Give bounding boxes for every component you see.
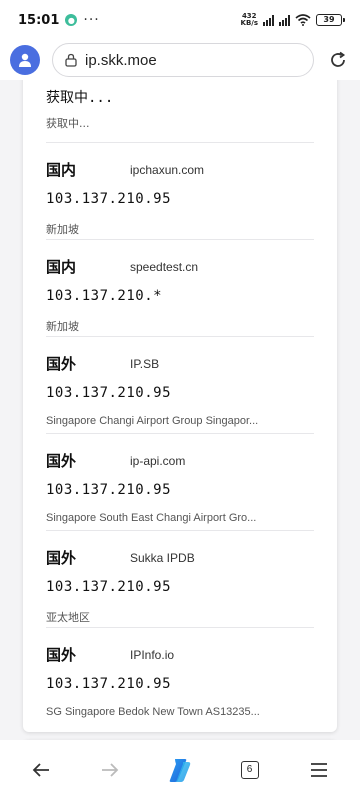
entry-header: 国外 IPInfo.io — [46, 644, 314, 665]
entry-location: 新加坡 — [46, 321, 79, 333]
entry-ip: 获取中... — [46, 90, 114, 106]
profile-avatar[interactable] — [10, 45, 40, 75]
entry-ip: 103.137.210.95 — [46, 676, 172, 692]
entry-ip: 103.137.210.95 — [46, 385, 172, 401]
entry-region: 国外 — [46, 646, 77, 664]
user-icon — [19, 53, 31, 67]
tabs-button[interactable]: 6 — [226, 750, 274, 790]
entry-header: 国内 speedtest.cn — [46, 256, 314, 277]
entry-ip: 103.137.210.95 — [46, 191, 172, 207]
entry-source: ipchaxun.com — [130, 162, 205, 177]
entry-source: speedtest.cn — [130, 259, 199, 274]
copilot-icon — [169, 759, 191, 782]
entry-region: 国内 — [46, 161, 77, 179]
status-bar: 15:01 ● ··· 432 KB/s 39 — [0, 0, 360, 40]
more-notifications-indicator: ··· — [83, 12, 100, 28]
list-item: 国外 ip-api.com 103.137.210.95 Singapore Sout… — [46, 434, 314, 531]
wifi-icon — [295, 14, 311, 26]
app-notification-icon: ● — [65, 14, 78, 26]
menu-button[interactable] — [295, 750, 343, 790]
list-item: 国外 Sukka IPDB 103.137.210.95 亚太地区 — [46, 531, 314, 628]
entry-region: 国外 — [46, 355, 77, 373]
url-text: ip.skk.moe — [85, 51, 157, 69]
hamburger-menu-icon — [311, 763, 328, 777]
cell-signal-icon — [263, 14, 274, 26]
copilot-button[interactable] — [156, 750, 204, 790]
list-item: 国内 speedtest.cn 103.137.210.* 新加坡 — [46, 240, 314, 337]
entry-header: 国外 IP.SB — [46, 353, 314, 374]
entry-ip: 103.137.210.95 — [46, 482, 172, 498]
entry-header: 国外 ip-api.com — [46, 450, 314, 471]
ip-results-card: 获取中... 获取中... 国内 ipchaxun.com 103.137.210.… — [23, 80, 337, 732]
entry-location: Singapore South East Changi Airport Gro.… — [46, 512, 257, 524]
reload-button[interactable] — [326, 48, 350, 72]
page-content[interactable]: 获取中... 获取中... 国内 ipchaxun.com 103.137.210.… — [0, 80, 360, 740]
network-speed: 432 KB/s — [241, 13, 258, 27]
entry-location: 新加坡 — [46, 224, 79, 236]
entry-location: 获取中... — [46, 117, 90, 130]
entry-ip: 103.137.210.* — [46, 288, 163, 304]
tab-count: 6 — [240, 761, 259, 779]
battery-icon: 39 — [316, 14, 345, 26]
entry-location: SG Singapore Bedok New Town AS13235... — [46, 706, 260, 718]
bottom-nav: 6 — [0, 740, 360, 800]
entry-ip: 103.137.210.95 — [46, 579, 172, 595]
cell-signal-2-icon — [279, 14, 290, 26]
address-bar[interactable]: ip.skk.moe — [52, 43, 314, 77]
status-time: 15:01 — [18, 12, 60, 28]
list-item: 获取中... 获取中... — [46, 80, 314, 143]
entry-location: 亚太地区 — [46, 612, 90, 624]
browser-toolbar: ip.skk.moe — [0, 40, 360, 80]
entry-location: Singapore Changi Airport Group Singapor.… — [46, 415, 259, 427]
reload-icon — [331, 51, 346, 67]
list-item: 国外 IPInfo.io 103.137.210.95 SG Singapore Be… — [46, 628, 314, 725]
entry-header: 国外 Sukka IPDB — [46, 547, 314, 568]
arrow-left-icon — [32, 763, 49, 777]
lock-icon — [65, 53, 77, 67]
entry-source: ip-api.com — [130, 453, 186, 468]
back-button[interactable] — [17, 750, 65, 790]
entry-source: IP.SB — [130, 356, 160, 371]
entry-header: 国内 ipchaxun.com — [46, 159, 314, 180]
status-icons: 432 KB/s 39 — [241, 13, 345, 27]
list-item: 国内 ipchaxun.com 103.137.210.95 新加坡 — [46, 143, 314, 240]
entry-region: 国外 — [46, 452, 77, 470]
network-speed-unit: KB/s — [240, 19, 258, 27]
list-item: 国外 IP.SB 103.137.210.95 Singapore Changi Ai… — [46, 337, 314, 434]
entry-source: Sukka IPDB — [130, 550, 195, 565]
entry-region: 国内 — [46, 258, 77, 276]
arrow-right-icon — [102, 763, 119, 777]
entry-region: 国外 — [46, 549, 77, 567]
forward-button[interactable] — [86, 750, 134, 790]
entry-source: IPInfo.io — [130, 647, 175, 662]
